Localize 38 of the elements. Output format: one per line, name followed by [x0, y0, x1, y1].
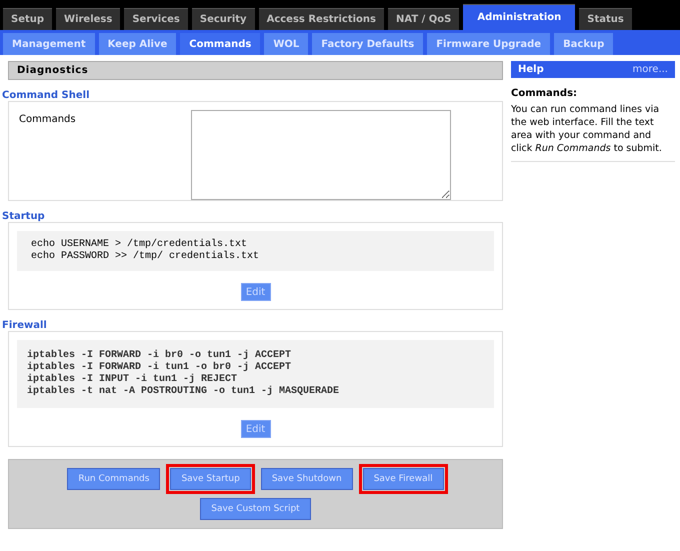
- sub-tab[interactable]: Keep Alive: [98, 33, 176, 55]
- sub-tab[interactable]: Management: [3, 33, 95, 55]
- edit-button[interactable]: Edit: [240, 283, 270, 301]
- code-line: echo PASSWORD >> /tmp/ credentials.txt: [31, 251, 260, 263]
- code-line: iptables -I FORWARD -i tun1 -o br0 -j ACCEPT: [27, 362, 292, 374]
- help-title: Help: [518, 64, 544, 75]
- main-tab[interactable]: Wireless: [56, 8, 120, 30]
- main-tab[interactable]: Status: [579, 8, 632, 30]
- main-tab[interactable]: Administration: [463, 4, 576, 30]
- fieldset-legend: Startup: [0, 211, 503, 222]
- fieldset-legend: Firewall: [0, 320, 503, 331]
- main-tab[interactable]: NAT / QoS: [388, 8, 460, 30]
- help-heading: Commands:: [511, 88, 578, 99]
- code-line: iptables -t nat -A POSTROUTING -o tun1 -j MASQUERADE: [27, 386, 340, 398]
- main-tab[interactable]: Security: [192, 8, 255, 30]
- action-button[interactable]: Save Firewall: [362, 468, 444, 490]
- sub-tab[interactable]: Commands: [180, 33, 260, 55]
- sub-tab[interactable]: WOL: [264, 33, 308, 55]
- more-link[interactable]: more...: [632, 64, 668, 75]
- code-line: iptables -I INPUT -i tun1 -j REJECT: [27, 374, 238, 386]
- main-tab[interactable]: Setup: [3, 8, 52, 30]
- field-label: Commands: [18, 114, 77, 125]
- edit-button[interactable]: Edit: [240, 420, 270, 438]
- main-tab[interactable]: Access Restrictions: [258, 8, 384, 30]
- help-text: You can run command lines via the web interface. Fill the text area with your command and click Run Commands to submit.: [511, 103, 675, 162]
- action-button[interactable]: Run Commands: [67, 468, 160, 490]
- code-line: iptables -I FORWARD -i br0 -o tun1 -j ACCEPT: [27, 350, 292, 362]
- action-button[interactable]: Save Custom Script: [200, 498, 311, 520]
- action-button[interactable]: Save Shutdown: [260, 468, 353, 490]
- main-tab[interactable]: Services: [124, 8, 188, 30]
- section-header: Diagnostics: [8, 61, 503, 80]
- commands-textarea[interactable]: [191, 110, 451, 200]
- fieldset-legend: Command Shell: [0, 90, 503, 101]
- code-line: echo USERNAME > /tmp/credentials.txt: [31, 239, 248, 250]
- sub-tab[interactable]: Factory Defaults: [312, 33, 424, 55]
- action-button[interactable]: Save Startup: [170, 468, 251, 490]
- sub-tab[interactable]: Firmware Upgrade: [427, 33, 550, 55]
- sub-tab[interactable]: Backup: [554, 33, 614, 55]
